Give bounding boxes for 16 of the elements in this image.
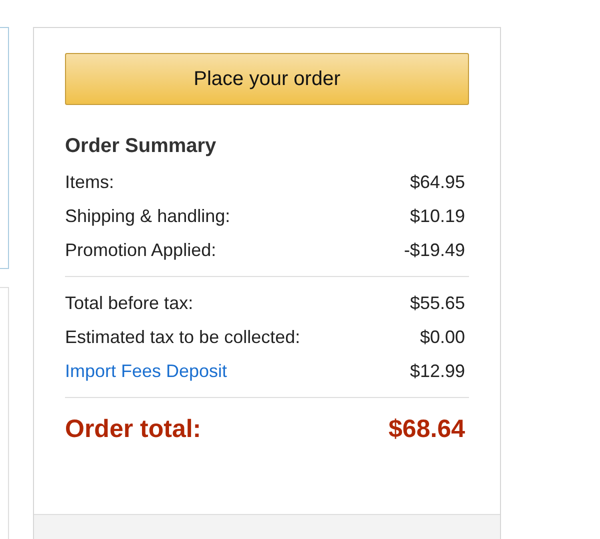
summary-amount: $55.65	[410, 292, 465, 314]
import-fees-link[interactable]: Import Fees Deposit	[65, 360, 228, 382]
summary-label: Total before tax:	[65, 292, 194, 314]
order-total-amount: $68.64	[388, 415, 465, 444]
summary-amount: $10.19	[410, 206, 465, 226]
summary-label: Items:	[65, 172, 114, 192]
summary-amount: $64.95	[410, 172, 465, 192]
summary-amount: $12.99	[410, 360, 465, 382]
summary-amount: $0.00	[420, 326, 465, 348]
summary-label: Promotion Applied:	[65, 240, 216, 260]
summary-label: Estimated tax to be collected:	[65, 326, 300, 348]
summary-amount: -$19.49	[404, 240, 465, 260]
summary-title: Order Summary	[65, 135, 218, 158]
order-total-label: Order total:	[65, 415, 202, 444]
summary-label: Shipping & handling:	[65, 206, 230, 226]
place-order-button[interactable]: Place your order	[65, 53, 469, 105]
